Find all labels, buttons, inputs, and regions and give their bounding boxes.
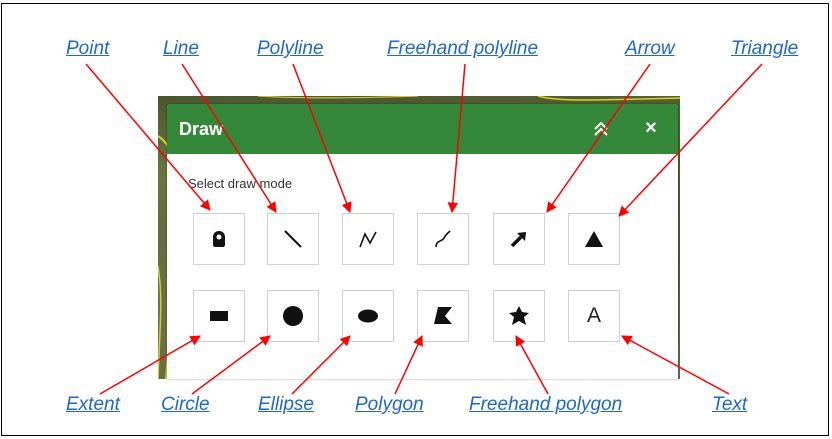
line-tool-button[interactable] — [267, 213, 319, 265]
text-icon: A — [586, 304, 601, 327]
select-mode-label: Select draw mode — [188, 176, 293, 191]
callout-polyline: Polyline — [257, 38, 324, 59]
callout-arrow: Arrow — [625, 38, 675, 59]
triangle-icon — [585, 231, 603, 247]
panel-title: Draw — [179, 119, 224, 139]
circle-icon — [283, 306, 303, 326]
callout-ellipse: Ellipse — [258, 394, 314, 415]
freehand-polygon-tool-button[interactable] — [493, 290, 545, 342]
callout-extent: Extent — [66, 394, 120, 415]
polygon-tool-button[interactable] — [417, 290, 469, 342]
collapse-icon[interactable] — [591, 119, 611, 139]
draw-panel: Draw × Select draw mode A — [167, 104, 678, 379]
text-tool-button[interactable]: A — [568, 290, 620, 342]
circle-tool-button[interactable] — [267, 290, 319, 342]
freehand-polygon-icon — [509, 306, 529, 325]
polyline-icon — [359, 231, 377, 248]
callout-polygon: Polygon — [355, 394, 424, 415]
freehand-polyline-icon — [435, 230, 451, 248]
callout-freehand-polygon: Freehand polygon — [469, 394, 623, 415]
triangle-tool-button[interactable] — [568, 213, 620, 265]
ellipse-icon — [358, 309, 378, 323]
extent-tool-button[interactable] — [193, 290, 245, 342]
callout-point: Point — [66, 38, 110, 59]
arrow-tool-button[interactable] — [493, 213, 545, 265]
callout-freehand-polyline: Freehand polyline — [387, 38, 539, 59]
map-pin-icon — [213, 231, 225, 247]
polygon-icon — [434, 307, 452, 324]
callout-text: Text — [712, 394, 748, 415]
point-tool-button[interactable] — [193, 213, 245, 265]
freehand-polyline-tool-button[interactable] — [417, 213, 469, 265]
callout-triangle: Triangle — [731, 38, 799, 59]
close-icon[interactable]: × — [641, 117, 661, 139]
arrow-icon — [510, 232, 526, 248]
polyline-tool-button[interactable] — [342, 213, 394, 265]
rectangle-icon — [210, 311, 228, 321]
panel-header: Draw × — [167, 104, 678, 154]
line-icon — [284, 230, 302, 248]
callout-line: Line — [163, 38, 199, 59]
ellipse-tool-button[interactable] — [342, 290, 394, 342]
callout-circle: Circle — [161, 394, 210, 415]
